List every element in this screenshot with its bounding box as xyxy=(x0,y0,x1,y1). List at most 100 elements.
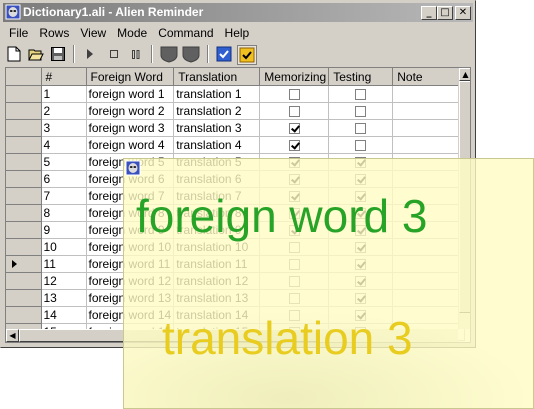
column-header-foreign-word[interactable]: Foreign Word xyxy=(86,68,175,86)
save-button[interactable] xyxy=(49,45,67,63)
alien-app-icon[interactable] xyxy=(5,4,21,20)
popup-translation: translation 3 xyxy=(162,312,413,364)
row-number-cell[interactable]: 9 xyxy=(41,221,87,239)
foreign-word-cell[interactable]: foreign word 1 xyxy=(86,85,175,103)
translation-cell[interactable]: translation 2 xyxy=(173,102,261,120)
row-number-cell[interactable]: 7 xyxy=(41,187,87,205)
row-indicator[interactable] xyxy=(6,289,42,307)
row-number-cell[interactable]: 12 xyxy=(41,272,87,290)
row-indicator[interactable] xyxy=(6,272,42,290)
pause-button[interactable] xyxy=(127,45,145,63)
row-indicator[interactable] xyxy=(6,255,42,273)
row-indicator[interactable] xyxy=(6,85,42,103)
close-button[interactable]: ✕ xyxy=(455,6,471,20)
scroll-up-button[interactable]: ▲ xyxy=(459,68,470,81)
column-header-note[interactable]: Note xyxy=(392,68,466,86)
row-number-cell[interactable]: 1 xyxy=(41,85,87,103)
row-number-cell[interactable]: 8 xyxy=(41,204,87,222)
menu-rows[interactable]: Rows xyxy=(33,24,74,40)
row-indicator[interactable] xyxy=(6,119,42,137)
row-number-cell[interactable]: 5 xyxy=(41,153,87,171)
check-blue-button[interactable] xyxy=(215,45,233,63)
note-cell[interactable] xyxy=(392,136,466,154)
menu-view[interactable]: View xyxy=(74,24,111,40)
menu-bar: File Rows View Mode Command Help xyxy=(3,24,254,42)
memorizing-checkbox[interactable] xyxy=(288,122,300,134)
row-indicator[interactable] xyxy=(6,153,42,171)
row-number-cell[interactable]: 13 xyxy=(41,289,87,307)
column-header-testing[interactable]: Testing xyxy=(328,68,394,86)
menu-help[interactable]: Help xyxy=(219,24,255,40)
table-row[interactable]: 2 foreign word 2 translation 2 xyxy=(6,102,466,120)
current-row-arrow-icon xyxy=(12,260,17,268)
note-cell[interactable] xyxy=(392,102,466,120)
open-button[interactable] xyxy=(27,45,45,63)
memorizing-checkbox[interactable] xyxy=(288,105,300,117)
minimize-icon: _ xyxy=(426,7,432,18)
table-row[interactable]: 1 foreign word 1 translation 1 xyxy=(6,85,466,103)
stop-button[interactable] xyxy=(105,45,123,63)
row-indicator[interactable] xyxy=(6,204,42,222)
note-cell[interactable] xyxy=(392,85,466,103)
column-header-memorizing[interactable]: Memorizing xyxy=(259,68,330,86)
foreign-word-cell[interactable]: foreign word 4 xyxy=(86,136,175,154)
row-indicator[interactable] xyxy=(6,221,42,239)
row-indicator[interactable] xyxy=(6,306,42,324)
title-bar[interactable]: Dictionary1.ali - Alien Reminder _ □ ✕ xyxy=(3,3,473,22)
play-icon xyxy=(87,49,93,59)
row-number-cell[interactable]: 6 xyxy=(41,170,87,188)
column-header-number[interactable]: # xyxy=(41,68,87,86)
row-indicator[interactable] xyxy=(6,238,42,256)
row-indicator[interactable] xyxy=(6,136,42,154)
menu-mode[interactable]: Mode xyxy=(111,24,152,40)
translation-cell[interactable]: translation 3 xyxy=(173,119,261,137)
row-indicator-header xyxy=(6,68,42,86)
memorizing-cell xyxy=(259,85,330,103)
row-number-cell[interactable]: 14 xyxy=(41,306,87,324)
new-file-icon xyxy=(7,46,21,62)
check-yellow-button[interactable] xyxy=(237,45,257,65)
maximize-icon: □ xyxy=(440,7,450,18)
row-number-cell[interactable]: 3 xyxy=(41,119,87,137)
scroll-left-icon: ◀ xyxy=(9,331,16,340)
testing-checkbox[interactable] xyxy=(355,105,367,117)
row-number-cell[interactable]: 11 xyxy=(41,255,87,273)
memorizing-checkbox[interactable] xyxy=(288,139,300,151)
shield-left-button[interactable] xyxy=(159,45,179,63)
row-number-cell[interactable]: 4 xyxy=(41,136,87,154)
menu-command[interactable]: Command xyxy=(152,24,218,40)
play-button[interactable] xyxy=(81,45,99,63)
toolbar-separator xyxy=(207,45,209,63)
row-number-cell[interactable]: 2 xyxy=(41,102,87,120)
testing-checkbox[interactable] xyxy=(355,139,367,151)
scroll-left-button[interactable]: ◀ xyxy=(6,329,19,342)
reminder-popup[interactable]: foreign word 3 translation 3 xyxy=(123,158,534,409)
foreign-word-cell[interactable]: foreign word 2 xyxy=(86,102,175,120)
row-indicator[interactable] xyxy=(6,102,42,120)
row-number-cell[interactable]: 10 xyxy=(41,238,87,256)
maximize-button[interactable]: □ xyxy=(437,6,453,20)
note-cell[interactable] xyxy=(392,119,466,137)
check-yellow-icon xyxy=(239,47,255,63)
testing-checkbox[interactable] xyxy=(355,88,367,100)
new-file-button[interactable] xyxy=(5,45,23,63)
toolbar-separator xyxy=(73,45,75,63)
table-row[interactable]: 3 foreign word 3 translation 3 xyxy=(6,119,466,137)
column-header-translation[interactable]: Translation xyxy=(173,68,261,86)
menu-file[interactable]: File xyxy=(3,24,33,40)
translation-cell[interactable]: translation 4 xyxy=(173,136,261,154)
foreign-word-cell[interactable]: foreign word 3 xyxy=(86,119,175,137)
table-row[interactable]: 4 foreign word 4 translation 4 xyxy=(6,136,466,154)
pause-icon xyxy=(132,49,140,59)
testing-checkbox[interactable] xyxy=(355,122,367,134)
memorizing-checkbox[interactable] xyxy=(288,88,300,100)
translation-cell[interactable]: translation 1 xyxy=(173,85,261,103)
shield-right-icon xyxy=(182,46,200,63)
testing-cell xyxy=(328,85,394,103)
shield-right-button[interactable] xyxy=(181,45,201,63)
row-indicator[interactable] xyxy=(6,170,42,188)
toolbar-separator xyxy=(151,45,153,63)
row-indicator[interactable] xyxy=(6,187,42,205)
minimize-button[interactable]: _ xyxy=(421,6,437,20)
header-row: # Foreign Word Translation Memorizing Te… xyxy=(6,68,466,86)
